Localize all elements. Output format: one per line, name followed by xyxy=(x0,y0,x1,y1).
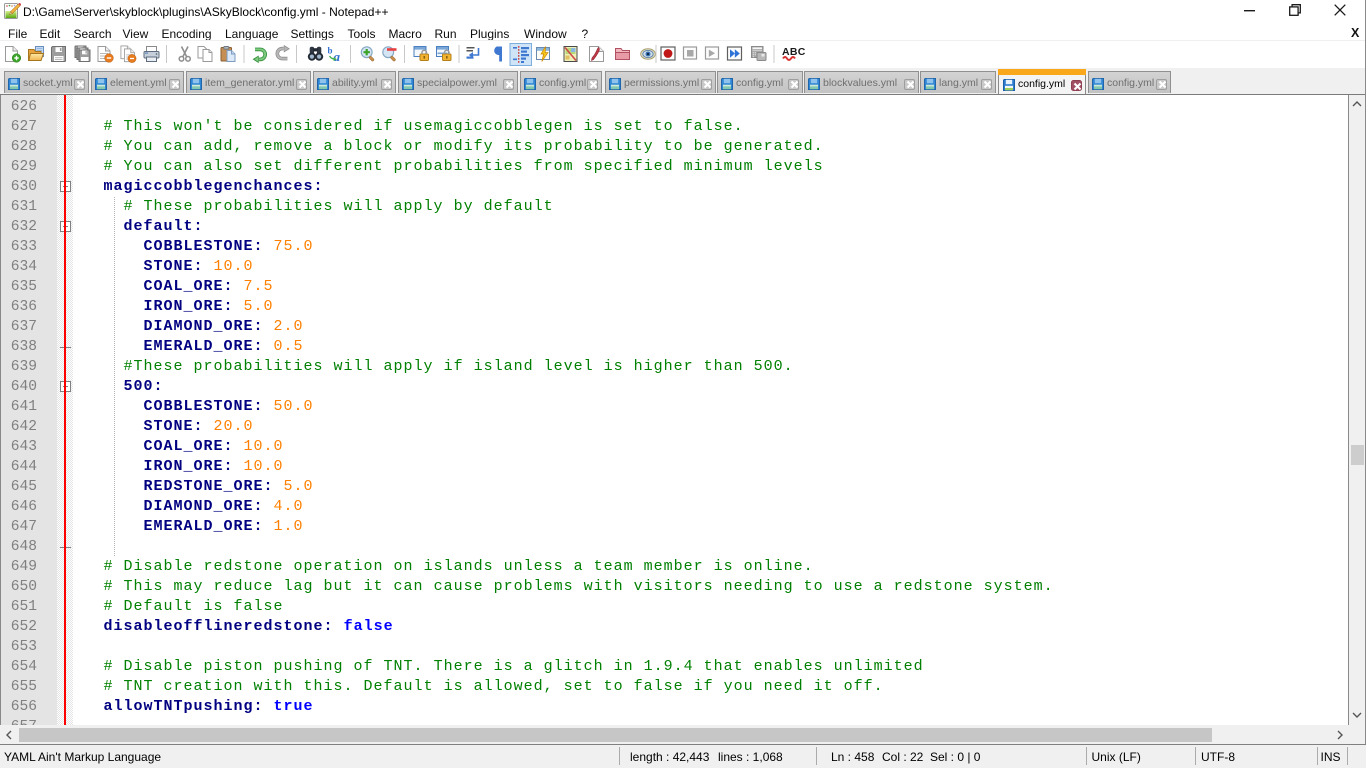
svg-text:b: b xyxy=(328,46,333,56)
svg-text:a: a xyxy=(334,49,341,64)
